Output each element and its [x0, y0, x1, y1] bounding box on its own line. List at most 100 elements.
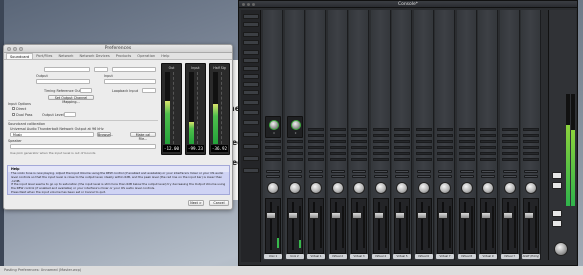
insert-slot[interactable] [501, 128, 518, 131]
channel-fader[interactable] [524, 211, 534, 219]
insert-slot[interactable] [329, 158, 346, 161]
pan-knob[interactable] [525, 182, 537, 194]
tab-operation[interactable]: Operation [134, 53, 158, 59]
insert-slot[interactable] [523, 128, 539, 131]
zoom-button[interactable] [19, 47, 23, 51]
tab-port-files[interactable]: Port/Files [33, 53, 55, 59]
insert-slot[interactable] [394, 152, 410, 155]
insert-slot[interactable] [308, 140, 324, 143]
channel-name[interactable]: Virtual 6 [414, 254, 433, 259]
minimize-button[interactable] [13, 47, 17, 51]
sidebar-button[interactable] [243, 168, 259, 173]
insert-slot[interactable] [394, 134, 410, 137]
insert-slot[interactable] [308, 134, 324, 137]
insert-slot[interactable] [458, 140, 475, 143]
insert-slot[interactable] [394, 146, 410, 149]
sidebar-button[interactable] [243, 50, 259, 55]
solo-button[interactable] [330, 175, 345, 178]
sidebar-button[interactable] [243, 120, 259, 125]
pan-knob[interactable] [310, 182, 322, 194]
set-output-channel-button[interactable]: Set Output Channel Mapping... [48, 95, 94, 104]
input-device-select[interactable] [112, 67, 156, 72]
timing-ref-select[interactable] [80, 88, 92, 93]
close-button[interactable] [7, 47, 11, 51]
pan-knob[interactable] [267, 182, 279, 194]
speaker-cal-field[interactable] [10, 144, 156, 149]
sidebar-button[interactable] [243, 144, 259, 149]
insert-slot[interactable] [372, 134, 389, 137]
insert-slot[interactable] [415, 128, 432, 131]
insert-slot[interactable] [351, 158, 367, 161]
insert-slot[interactable] [308, 128, 324, 131]
mute-button[interactable] [481, 170, 495, 173]
insert-slot[interactable] [351, 146, 367, 149]
insert-slot[interactable] [394, 128, 410, 131]
insert-slot[interactable] [372, 152, 389, 155]
monitor-knob[interactable] [554, 242, 568, 256]
insert-slot[interactable] [523, 146, 539, 149]
insert-slot[interactable] [501, 140, 518, 143]
mute-button[interactable] [309, 170, 323, 173]
output-rate-select[interactable] [94, 67, 108, 72]
insert-slot[interactable] [372, 146, 389, 149]
mute-button[interactable] [416, 170, 431, 173]
insert-slot[interactable] [458, 158, 475, 161]
insert-slot[interactable] [286, 140, 303, 143]
sidebar-button[interactable] [243, 22, 259, 27]
solo-button[interactable] [395, 175, 409, 178]
channel-name[interactable]: Unix 2 [285, 254, 304, 259]
insert-slot[interactable] [437, 158, 453, 161]
master-button[interactable] [552, 172, 562, 179]
channel-fader[interactable] [287, 211, 298, 219]
insert-slot[interactable] [480, 152, 496, 155]
tab-network[interactable]: Network [55, 53, 76, 59]
channel-fader[interactable] [416, 211, 427, 219]
insert-slot[interactable] [265, 152, 281, 155]
insert-slot[interactable] [394, 140, 410, 143]
pan-knob[interactable] [417, 182, 430, 194]
output-channel-select[interactable] [36, 79, 90, 84]
tab-soundcard[interactable]: Soundcard [6, 53, 34, 59]
solo-button[interactable] [266, 175, 280, 178]
insert-slot[interactable] [458, 152, 475, 155]
output-level-field[interactable] [64, 112, 76, 117]
channel-name[interactable]: Virtual 9 [479, 254, 497, 259]
channel-fader[interactable] [459, 211, 470, 219]
insert-slot[interactable] [458, 146, 475, 149]
sidebar-button[interactable] [243, 82, 259, 87]
insert-slot[interactable] [329, 152, 346, 155]
calibration-file-field[interactable]: Music [10, 132, 94, 137]
solo-button[interactable] [352, 175, 366, 178]
insert-slot[interactable] [372, 158, 389, 161]
solo-button[interactable] [502, 175, 517, 178]
channel-name[interactable]: Virtual 3 [350, 254, 368, 259]
insert-slot[interactable] [265, 158, 281, 161]
insert-slot[interactable] [308, 146, 324, 149]
channel-fader[interactable] [373, 211, 384, 219]
minimize-button[interactable] [247, 3, 250, 6]
mute-button[interactable] [438, 170, 452, 173]
insert-slot[interactable] [523, 152, 539, 155]
insert-slot[interactable] [372, 140, 389, 143]
insert-slot[interactable] [437, 134, 453, 137]
insert-slot[interactable] [415, 134, 432, 137]
preamp-gain-knob[interactable] [290, 120, 301, 130]
insert-slot[interactable] [523, 158, 539, 161]
master-button[interactable] [552, 210, 562, 217]
channel-fader[interactable] [309, 211, 319, 219]
output-device-select[interactable] [44, 67, 90, 72]
solo-button[interactable] [373, 175, 388, 178]
insert-slot[interactable] [415, 152, 432, 155]
tab-network-devices[interactable]: Network Devices [76, 53, 112, 59]
channel-name[interactable]: Virtual 7 [436, 254, 454, 259]
sidebar-button[interactable] [243, 58, 259, 63]
insert-slot[interactable] [415, 140, 432, 143]
zoom-button[interactable] [252, 3, 255, 6]
next-button[interactable]: Next > [188, 200, 204, 206]
solo-button[interactable] [524, 175, 538, 178]
pan-knob[interactable] [331, 182, 344, 194]
mute-button[interactable] [266, 170, 280, 173]
channel-name[interactable]: Virtual 8 [457, 254, 476, 259]
insert-slot[interactable] [351, 134, 367, 137]
insert-slot[interactable] [308, 152, 324, 155]
